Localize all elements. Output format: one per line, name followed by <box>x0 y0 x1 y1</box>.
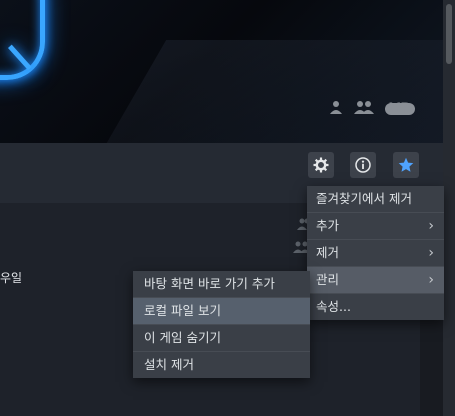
menu-item-browse-local-files[interactable]: 로컬 파일 보기 <box>133 298 310 325</box>
gear-icon <box>313 157 329 173</box>
menu-item-label: 관리 <box>316 272 340 287</box>
menu-item-label: 즐겨찾기에서 제거 <box>316 191 412 206</box>
hero-feature-icons: VR <box>329 100 415 118</box>
info-button[interactable] <box>350 152 376 178</box>
menu-item-add[interactable]: 추가 › <box>307 213 444 240</box>
menu-item-manage[interactable]: 관리 › <box>307 267 444 294</box>
settings-button[interactable] <box>308 152 334 178</box>
menu-item-label: 속성... <box>316 299 351 314</box>
manage-submenu: 바탕 화면 바로 가기 추가 로컬 파일 보기 이 게임 숨기기 설치 제거 <box>133 271 310 378</box>
scrollbar-thumb[interactable] <box>446 4 452 64</box>
menu-item-label: 설치 제거 <box>144 357 194 372</box>
single-player-icon <box>329 100 343 118</box>
menu-item-label: 이 게임 숨기기 <box>144 330 221 345</box>
menu-item-hide-game[interactable]: 이 게임 숨기기 <box>133 325 310 352</box>
menu-item-label: 제거 <box>316 245 340 260</box>
multiplayer-icon <box>353 100 375 118</box>
game-context-menu: 즐겨찾기에서 제거 추가 › 제거 › 관리 › 속성... <box>307 186 444 320</box>
chevron-right-icon: › <box>428 218 434 234</box>
game-hero-banner: VR <box>0 0 443 143</box>
menu-item-remove[interactable]: 제거 › <box>307 240 444 267</box>
vr-support-badge: VR <box>385 102 415 116</box>
hero-neon-logo <box>0 0 45 80</box>
menu-item-add-desktop-shortcut[interactable]: 바탕 화면 바로 가기 추가 <box>133 271 310 298</box>
chevron-right-icon: › <box>428 272 434 288</box>
star-icon <box>398 157 414 172</box>
hero-background-shape <box>73 40 443 143</box>
truncated-text: 우일 <box>0 271 23 285</box>
favorite-button[interactable] <box>393 152 419 178</box>
menu-item-label: 추가 <box>316 218 340 233</box>
info-icon <box>355 157 371 173</box>
menu-item-remove-favorite[interactable]: 즐겨찾기에서 제거 <box>307 186 444 213</box>
menu-item-uninstall[interactable]: 설치 제거 <box>133 352 310 378</box>
menu-item-label: 로컬 파일 보기 <box>144 303 221 318</box>
page-scrollbar[interactable] <box>443 0 455 416</box>
menu-item-label: 바탕 화면 바로 가기 추가 <box>144 276 275 291</box>
menu-item-properties[interactable]: 속성... <box>307 294 444 320</box>
chevron-right-icon: › <box>428 245 434 261</box>
